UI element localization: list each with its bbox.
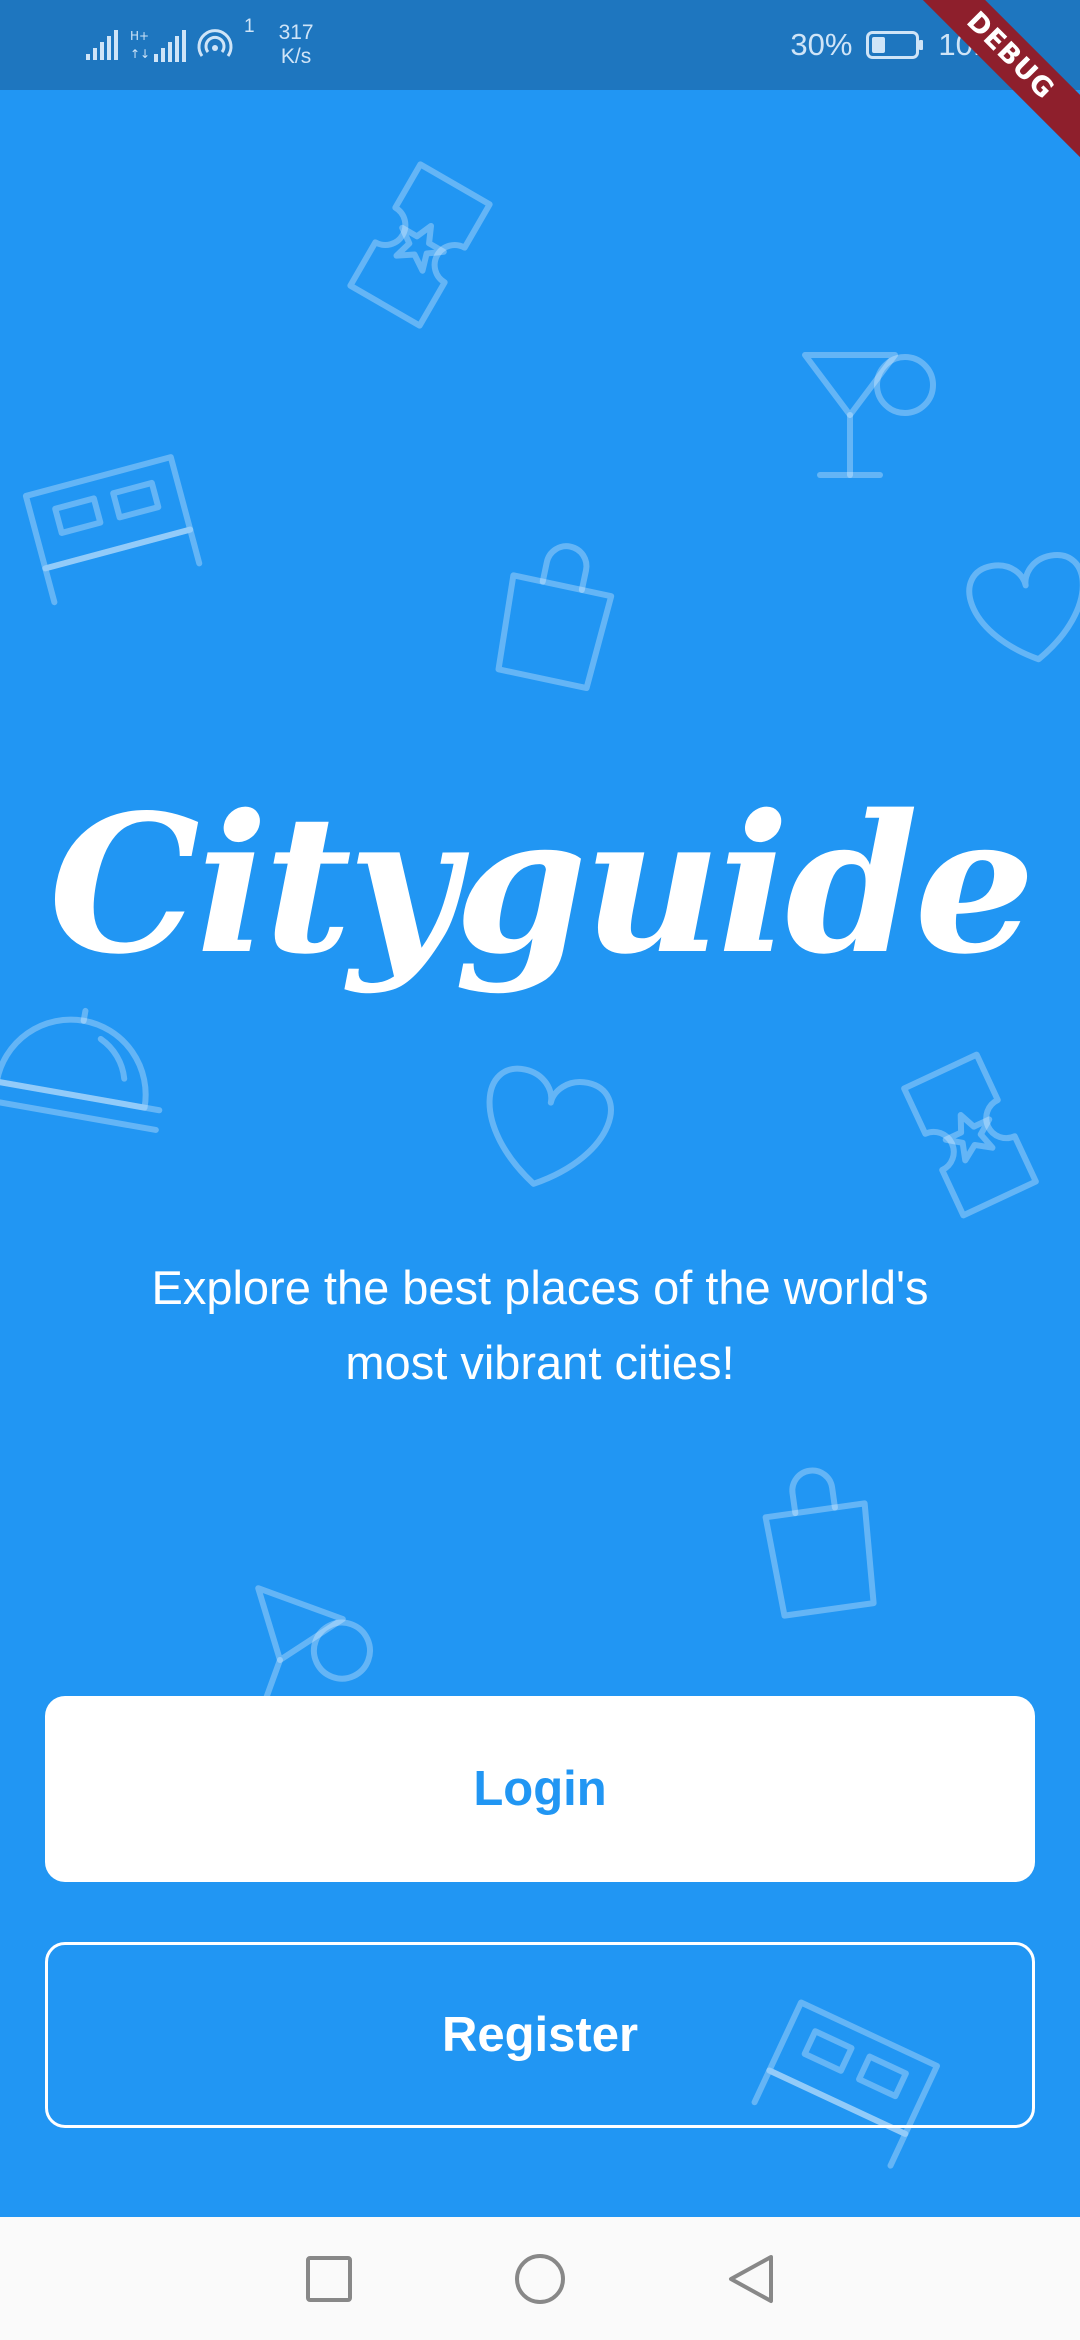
battery-percent: 30% (790, 27, 853, 62)
home-button[interactable] (512, 2251, 568, 2307)
ticket-icon (901, 1051, 1039, 1219)
signal-hplus-icon: H+ ↑↓ (130, 29, 186, 62)
cocktail-icon (802, 352, 936, 478)
login-button[interactable]: Login (45, 1696, 1035, 1882)
status-bar: H+ ↑↓ 1 317 K/s 30% 10:02 (0, 0, 1080, 90)
net-count: 1 (244, 16, 255, 37)
shopping-bag-icon (762, 1467, 877, 1619)
speed-unit: K/s (280, 45, 312, 68)
network-speed: 317 K/s (279, 21, 314, 69)
circle-nav-icon (515, 2253, 565, 2304)
heart-icon (486, 1065, 614, 1187)
recents-button[interactable] (301, 2251, 357, 2307)
signal-icon (86, 30, 118, 60)
battery-icon (866, 31, 924, 59)
svg-text:↑↓: ↑↓ (130, 47, 150, 61)
register-button[interactable]: Register (45, 1942, 1035, 2128)
hotspot-icon (197, 29, 233, 57)
heart-icon (966, 552, 1080, 663)
background-pattern (0, 161, 1080, 2169)
back-button[interactable] (723, 2251, 779, 2307)
shopping-bag-icon (495, 543, 615, 692)
ticket-icon (347, 161, 493, 329)
tagline: Explore the best places of the world's m… (90, 1250, 990, 1400)
tagline-line-1: Explore the best places of the world's (151, 1261, 929, 1314)
cloche-icon (0, 1007, 163, 1133)
tagline-line-2: most vibrant cities! (345, 1336, 735, 1389)
back-nav-icon (729, 2254, 773, 2303)
register-button-label: Register (441, 2008, 639, 2062)
system-nav-bar (0, 2217, 1080, 2340)
bed-icon (22, 454, 203, 606)
svg-text:H+: H+ (130, 29, 149, 43)
speed-value: 317 (278, 21, 314, 44)
login-button-label: Login (473, 1762, 607, 1816)
app-logo: Cityguide (48, 773, 1035, 996)
square-nav-icon (306, 2255, 352, 2302)
